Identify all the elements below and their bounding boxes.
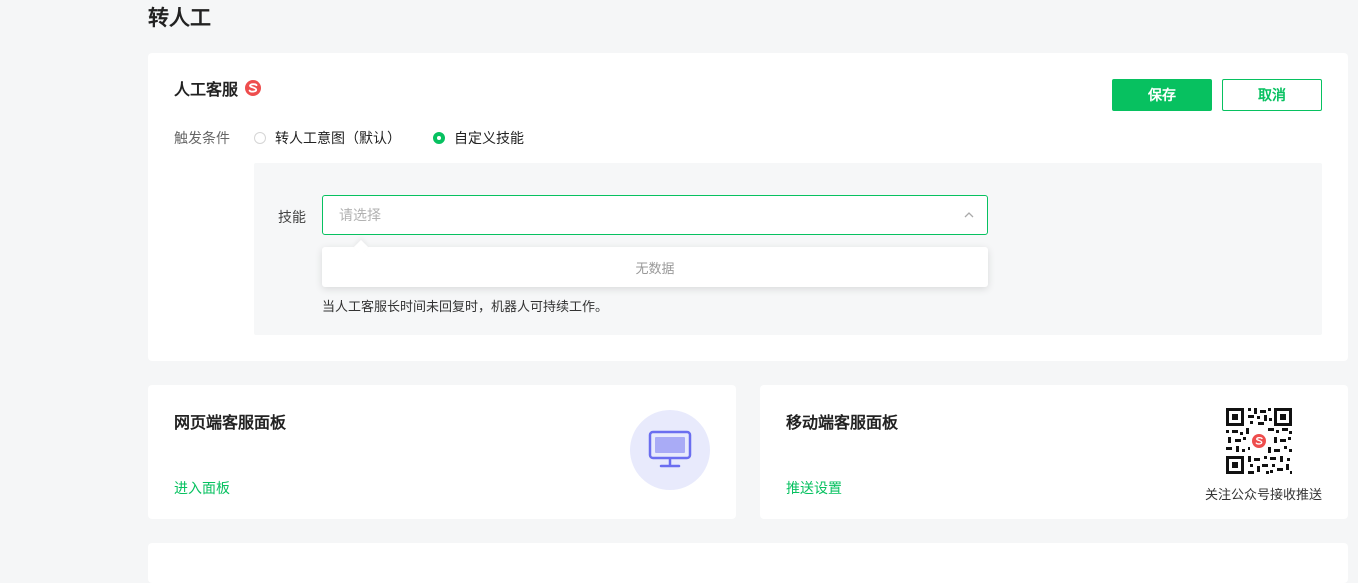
trigger-condition-row: 触发条件 转人工意图（默认） 自定义技能	[174, 128, 556, 148]
radio-custom-skill[interactable]: 自定义技能	[433, 128, 524, 148]
monitor-icon	[648, 430, 692, 468]
chevron-up-icon	[964, 212, 974, 218]
page-title: 转人工	[148, 6, 211, 30]
dropdown-empty-text: 无数据	[635, 261, 675, 277]
trigger-condition-label: 触发条件	[174, 131, 230, 147]
dropdown-arrow	[353, 239, 369, 255]
skill-dropdown: 无数据	[322, 239, 988, 287]
radio-default-intent-label: 转人工意图（默认）	[275, 131, 401, 147]
push-settings-link[interactable]: 推送设置	[786, 478, 842, 498]
human-service-card: 人工客服 保存 取消 触发条件 转人工意图（默认） 自定义技能 技能 请选择 无…	[148, 53, 1348, 361]
skill-config-panel: 技能 请选择 无数据 当人工客服长时间未回复时，机器人可持续工作。	[254, 163, 1322, 335]
radio-custom-skill-label: 自定义技能	[454, 131, 524, 147]
sogou-logo-icon	[244, 79, 262, 97]
qr-caption: 关注公众号接收推送	[1204, 488, 1322, 503]
qr-code-icon	[1224, 406, 1294, 476]
radio-circle-checked[interactable]	[433, 132, 445, 144]
enter-panel-link[interactable]: 进入面板	[174, 478, 230, 498]
mobile-panel-title: 移动端客服面板	[786, 413, 899, 432]
bottom-card	[148, 543, 1348, 583]
hint-text: 当人工客服长时间未回复时，机器人可持续工作。	[322, 300, 609, 315]
card-title-text: 人工客服	[174, 80, 239, 99]
skill-select[interactable]: 请选择	[322, 195, 988, 235]
radio-circle-unchecked[interactable]	[254, 132, 266, 144]
skill-select-placeholder: 请选择	[339, 208, 381, 224]
monitor-icon-wrapper	[630, 410, 710, 490]
web-panel-title: 网页端客服面板	[174, 413, 287, 432]
card-title: 人工客服	[174, 76, 262, 100]
radio-default-intent[interactable]: 转人工意图（默认）	[254, 128, 401, 148]
save-button[interactable]: 保存	[1112, 79, 1212, 111]
web-panel-card: 网页端客服面板 进入面板	[148, 385, 736, 519]
cancel-button[interactable]: 取消	[1222, 79, 1322, 111]
skill-label: 技能	[278, 210, 306, 226]
mobile-panel-card: 移动端客服面板 推送设置 关注公众号接收推送	[760, 385, 1348, 519]
